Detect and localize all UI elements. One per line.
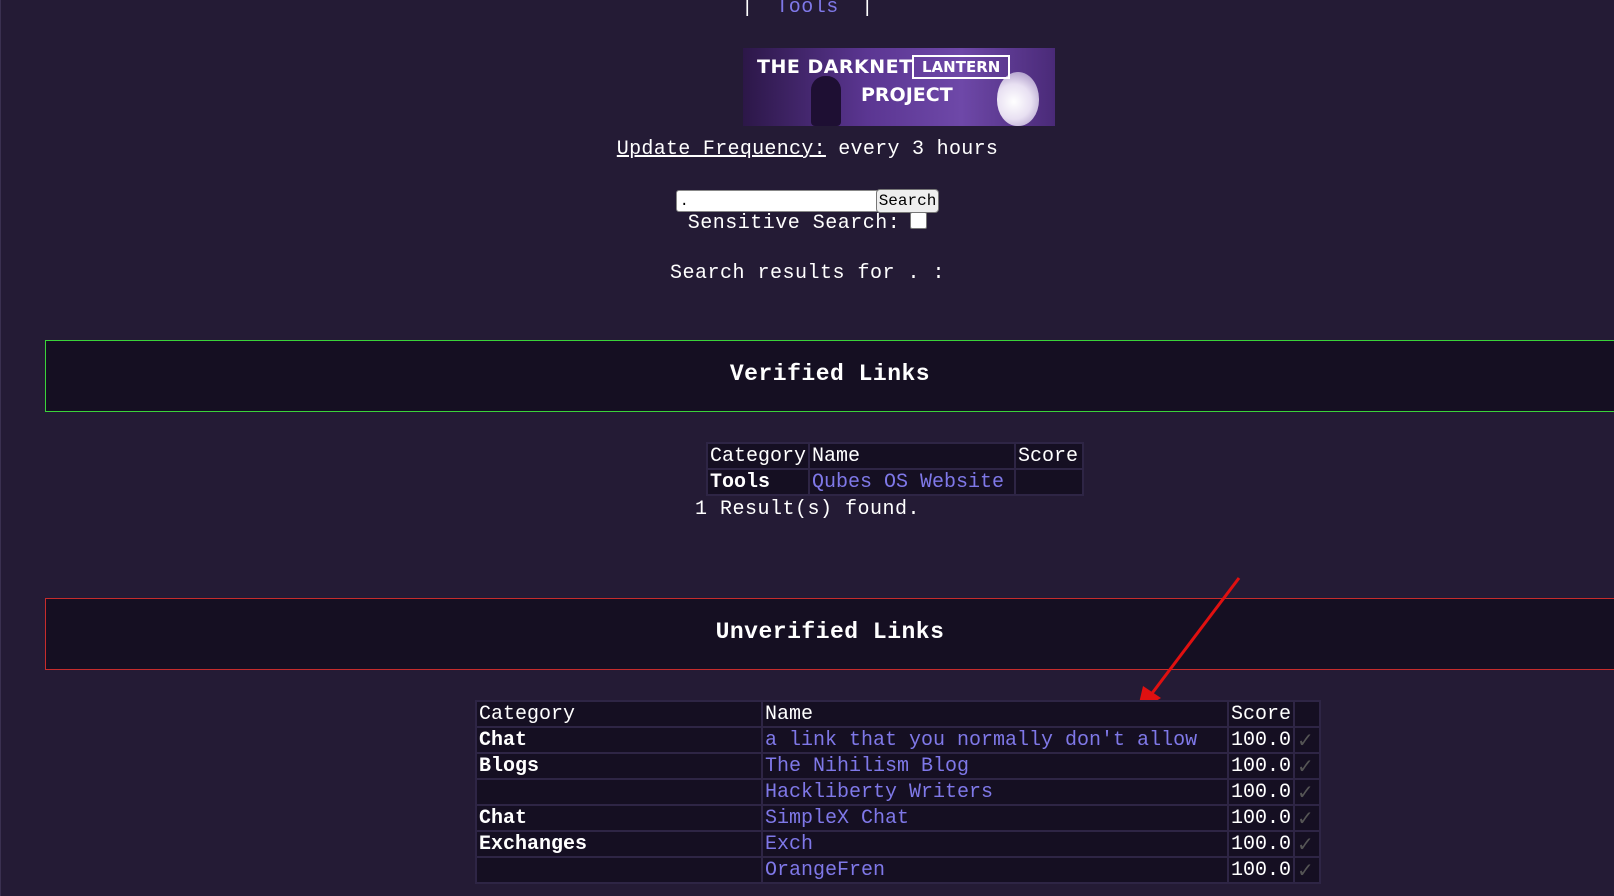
link-row-3[interactable]: Hackliberty Writers [765, 781, 993, 804]
row-name: OrangeFren [763, 858, 1227, 882]
verified-links-section: Verified Links [45, 340, 1614, 412]
verified-result-count: 1 Result(s) found. [694, 498, 921, 521]
row-category: Tools [708, 470, 809, 494]
search-button[interactable]: Search [875, 189, 940, 213]
row-name: SimpleX Chat [763, 806, 1227, 830]
column-header-category: Category [477, 702, 761, 726]
column-header-name: Name [810, 444, 1015, 468]
page: | Tools | THE DARKNET LANTERN PROJECT Up… [0, 0, 1614, 896]
table-row: Tools Qubes OS Website [708, 470, 1083, 494]
link-row-6[interactable]: OrangeFren [765, 859, 885, 882]
nav-link-tools[interactable]: Tools [776, 0, 839, 19]
row-score: 100.0 [1229, 858, 1294, 882]
nav-separator: | [861, 0, 874, 19]
table-header-row: Category Name Score [708, 444, 1083, 468]
check-icon: ✓ [1295, 806, 1320, 830]
link-row-1[interactable]: a link that you normally don't allow [765, 729, 1197, 752]
row-name: a link that you normally don't allow [763, 728, 1227, 752]
darknet-lantern-logo[interactable]: THE DARKNET LANTERN PROJECT [743, 48, 1055, 126]
row-score: 100.0 [1229, 754, 1294, 778]
column-header-score: Score [1229, 702, 1294, 726]
update-frequency-value: every 3 hours [838, 138, 999, 161]
link-row-5[interactable]: Exch [765, 833, 813, 856]
row-name: Qubes OS Website [810, 470, 1015, 494]
row-category [477, 780, 761, 804]
row-name: Exch [763, 832, 1227, 856]
table-row: Blogs The Nihilism Blog 100.0 ✓ [477, 754, 1320, 778]
row-score: 100.0 [1229, 728, 1294, 752]
sensitive-search-checkbox[interactable] [910, 212, 928, 229]
column-header-score: Score [1016, 444, 1083, 468]
unverified-links-section: Unverified Links [45, 598, 1614, 670]
link-row-4[interactable]: SimpleX Chat [765, 807, 909, 830]
check-icon: ✓ [1295, 728, 1320, 752]
table-row: Chat SimpleX Chat 100.0 ✓ [477, 806, 1320, 830]
table-row: Hackliberty Writers 100.0 ✓ [477, 780, 1320, 804]
sensitive-search: Sensitive Search: [1, 212, 1614, 235]
row-category: Chat [477, 728, 761, 752]
row-category: Chat [477, 806, 761, 830]
row-category: Exchanges [477, 832, 761, 856]
table-row: Exchanges Exch 100.0 ✓ [477, 832, 1320, 856]
row-name: Hackliberty Writers [763, 780, 1227, 804]
row-score: 100.0 [1229, 780, 1294, 804]
annotation-arrow [1137, 577, 1241, 712]
verified-links-title: Verified Links [729, 361, 931, 387]
verified-links-table: Category Name Score Tools Qubes OS Websi… [706, 442, 1085, 496]
check-icon: ✓ [1295, 832, 1320, 856]
row-score [1016, 470, 1083, 494]
table-row: Chat a link that you normally don't allo… [477, 728, 1320, 752]
link-qubes-os-website[interactable]: Qubes OS Website [812, 471, 1004, 494]
row-category: Blogs [477, 754, 761, 778]
row-category [477, 858, 761, 882]
column-header-category: Category [708, 444, 809, 468]
sensitive-search-label: Sensitive Search: [687, 212, 901, 235]
logo-text-boxed: LANTERN [912, 55, 1011, 79]
table-header-row: Category Name Score [477, 702, 1320, 726]
table-row: OrangeFren 100.0 ✓ [477, 858, 1320, 882]
row-name: The Nihilism Blog [763, 754, 1227, 778]
check-icon: ✓ [1295, 754, 1320, 778]
logo-text-line2: PROJECT [861, 84, 953, 106]
unverified-links-title: Unverified Links [715, 619, 945, 645]
update-frequency-label: Update Frequency: [616, 138, 826, 161]
logo-text-line1: THE DARKNET [757, 56, 913, 78]
link-row-2[interactable]: The Nihilism Blog [765, 755, 969, 778]
lantern-person-silhouette [811, 76, 841, 126]
column-header-status [1295, 702, 1320, 726]
nav-separator: | [741, 0, 754, 19]
column-header-name: Name [763, 702, 1227, 726]
unverified-links-table: Category Name Score Chat a link that you… [475, 700, 1322, 884]
annotation-arrow-shaft [1145, 577, 1241, 701]
search-input[interactable] [675, 190, 880, 212]
search-form: Search [1, 189, 1614, 213]
check-icon: ✓ [1295, 858, 1320, 882]
update-frequency: Update Frequency: every 3 hours [1, 138, 1614, 161]
results-heading: Search results for . : [669, 262, 946, 285]
row-score: 100.0 [1229, 832, 1294, 856]
top-nav: | Tools | [1, 0, 1614, 19]
check-icon: ✓ [1295, 780, 1320, 804]
tor-onion-icon [997, 72, 1039, 126]
row-score: 100.0 [1229, 806, 1294, 830]
